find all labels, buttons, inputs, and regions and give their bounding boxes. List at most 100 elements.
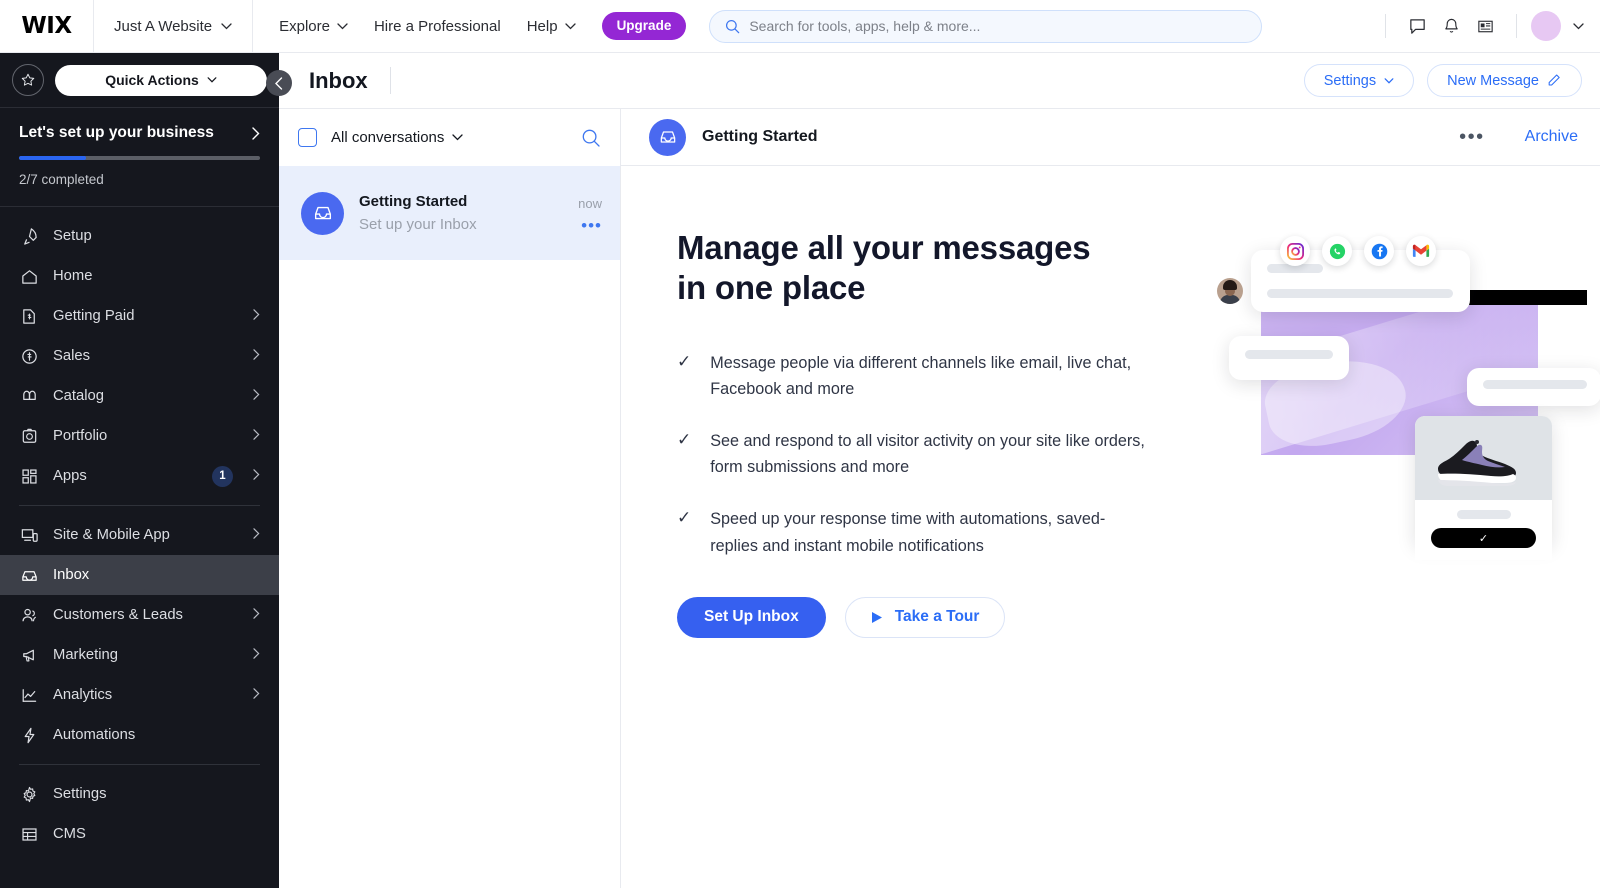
topnav-hire-professional[interactable]: Hire a Professional [374,18,501,35]
table-icon [19,824,39,844]
portfolio-icon [19,426,39,446]
sidebar-item-label: Catalog [53,388,105,404]
topnav-help-label: Help [526,17,558,35]
sidebar-item-label: Inbox [53,567,90,583]
select-all-checkbox[interactable] [298,128,317,147]
setup-title: Let's set up your business [19,124,214,141]
sidebar-item-badge: 1 [212,465,233,487]
chevron-right-icon [253,687,260,703]
quick-actions-row: Quick Actions [0,53,279,107]
sidebar-item-marketing[interactable]: Marketing [0,635,279,675]
chevron-right-icon [253,428,260,444]
chevron-down-icon [1384,77,1394,84]
sidebar-item-getting-paid[interactable]: Getting Paid [0,296,279,336]
chevron-down-icon [207,77,217,83]
play-icon [871,611,882,623]
sidebar-item-customers-leads[interactable]: Customers & Leads [0,595,279,635]
sidebar-item-label: Settings [53,786,107,802]
sidebar-item-home[interactable]: Home [0,256,279,296]
topnav-explore[interactable]: Explore [279,18,348,35]
sidebar-item-inbox[interactable]: Inbox [0,555,279,595]
illustration-product-card: ✓ [1415,416,1552,560]
chevron-down-icon [221,22,232,29]
new-message-button[interactable]: New Message [1427,64,1582,97]
illustration-product-footer: ✓ [1415,500,1552,560]
archive-button[interactable]: Archive [1525,128,1578,146]
top-nav: Explore Hire a Professional Help Upgrade [253,12,687,40]
conversation-filter[interactable]: All conversations [331,129,464,146]
site-switcher-label: Just A Website [114,17,213,35]
body-row: Quick Actions Let's set up your business… [0,53,1600,888]
settings-label: Settings [1323,72,1377,89]
conversation-meta: now ••• [578,196,602,234]
gmail-icon [1406,236,1436,266]
search-wrapper: Search for tools, apps, help & more... [709,9,1263,43]
sidebar-item-label: Site & Mobile App [53,527,170,543]
take-a-tour-button[interactable]: Take a Tour [844,596,1006,638]
thread-avatar [649,118,686,156]
sidebar-item-apps[interactable]: Apps 1 [0,456,279,496]
hero-illustration: ✓ [1211,228,1600,648]
sidebar-item-label: Automations [53,727,136,743]
conversation-more-icon[interactable]: ••• [581,217,602,234]
hero-heading-line1: Manage all your messages [677,229,1091,266]
sidebar-item-settings[interactable]: Settings [0,774,279,814]
rocket-icon [19,226,39,246]
thread-actions: ••• Archive [1459,127,1578,147]
setup-title-row[interactable]: Let's set up your business [19,124,260,142]
hero-content: Manage all your messages in one place ✓ … [677,228,1147,888]
chevron-down-icon [452,134,464,141]
sidebar-item-automations[interactable]: Automations [0,715,279,755]
site-switcher[interactable]: Just A Website [93,0,254,53]
chevron-right-icon [253,348,260,364]
search-input[interactable]: Search for tools, apps, help & more... [709,9,1263,43]
avatar[interactable] [1531,11,1561,41]
sidebar-item-label: Portfolio [53,428,108,444]
illustration-message-card [1467,368,1600,406]
set-up-inbox-button[interactable]: Set Up Inbox [677,596,826,638]
sidebar-item-cms[interactable]: CMS [0,814,279,854]
sidebar-item-setup[interactable]: Setup [0,216,279,256]
hero-bullet-text: See and respond to all visitor activity … [710,431,1145,477]
sidebar-item-sales[interactable]: Sales [0,336,279,376]
inbox-icon [314,206,331,220]
chevron-right-icon [253,647,260,663]
hero-bullets: ✓ Message people via different channels … [677,350,1147,559]
megaphone-icon [19,645,39,665]
sidebar-item-label: Marketing [53,647,118,663]
topnav-help[interactable]: Help [527,18,576,35]
conversation-name: Getting Started [359,193,468,210]
conversation-filter-label: All conversations [331,129,445,146]
bell-icon[interactable] [1434,9,1468,43]
bolt-icon [19,725,39,745]
gear-icon [19,784,39,804]
sidebar-item-site-mobile-app[interactable]: Site & Mobile App [0,515,279,555]
sidebar-collapse-button[interactable] [266,70,292,96]
upgrade-button[interactable]: Upgrade [601,12,687,40]
sidebar-item-catalog[interactable]: Catalog [0,376,279,416]
thread-pane: Getting Started ••• Archive Manage all y… [621,109,1600,888]
star-icon[interactable] [12,64,44,96]
quick-actions-button[interactable]: Quick Actions [55,64,267,96]
hero-bullet-text: Speed up your response time with automat… [710,510,1106,555]
sidebar-item-analytics[interactable]: Analytics [0,675,279,715]
inbox-icon [660,131,675,143]
page: Inbox Settings New Message All conversat… [266,53,1600,888]
search-icon [726,19,740,33]
list-item[interactable]: Getting Started Set up your Inbox now ••… [279,166,620,260]
sidebar-item-label: Setup [53,228,92,244]
conversation-text: Getting Started Set up your Inbox [359,193,563,233]
setup-progress-card[interactable]: Let's set up your business 2/7 completed [0,108,279,206]
chat-icon[interactable] [1400,9,1434,43]
new-message-label: New Message [1447,72,1539,89]
conversation-search-icon[interactable] [581,128,601,148]
setup-progress-fill [19,156,87,160]
thread-more-icon[interactable]: ••• [1459,127,1485,147]
chevron-right-icon [253,607,260,623]
sidebar-item-portfolio[interactable]: Portfolio [0,416,279,456]
news-icon[interactable] [1468,9,1502,43]
wix-logo[interactable]: WIX [0,13,93,39]
account-chevron-down-icon[interactable] [1573,17,1584,35]
settings-button[interactable]: Settings [1303,64,1415,97]
people-icon [19,605,39,625]
